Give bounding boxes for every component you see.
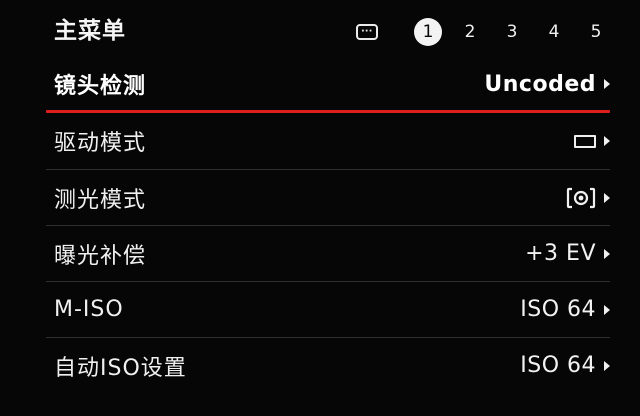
more-pages-icon[interactable]: ··· <box>356 24 378 40</box>
chevron-right-icon <box>604 192 610 203</box>
tab-3[interactable]: 3 <box>498 18 526 46</box>
tab-2[interactable]: 2 <box>456 18 484 46</box>
menu-item-auto-iso-settings[interactable]: 自动ISO设置 ISO 64 <box>46 337 610 393</box>
menu-item-label: 镜头检测 <box>54 74 147 99</box>
menu-item-label: 自动ISO设置 <box>54 355 187 381</box>
chevron-right-icon <box>604 304 610 315</box>
menu-item-m-iso[interactable]: M-ISO ISO 64 <box>46 281 610 337</box>
menu-item-value: Uncoded <box>484 71 596 97</box>
menu-item-value: ISO 64 <box>520 297 596 322</box>
menu-item-label: 曝光补偿 <box>54 243 147 269</box>
menu-item-label: 驱动模式 <box>54 131 147 156</box>
menu-item-label: M-ISO <box>54 297 124 322</box>
menu-item-value: +3 EV <box>525 241 596 266</box>
menu-title: 主菜单 <box>54 18 126 44</box>
menu-item-value: ISO 64 <box>520 353 596 378</box>
chevron-right-icon <box>604 360 610 371</box>
menu-header: 主菜单 ··· 1 2 3 4 5 <box>0 0 640 60</box>
tab-5[interactable]: 5 <box>582 18 610 46</box>
tab-4[interactable]: 4 <box>540 18 568 46</box>
chevron-right-icon <box>604 248 610 259</box>
menu-item-exposure-compensation[interactable]: 曝光补偿 +3 EV <box>46 225 610 281</box>
menu-screen: 主菜单 ··· 1 2 3 4 5 镜头检测 Uncoded 驱动模式 测光模式 <box>0 0 640 416</box>
menu-item-label: 测光模式 <box>54 187 147 213</box>
chevron-right-icon <box>604 79 610 89</box>
tab-1[interactable]: 1 <box>414 18 442 46</box>
chevron-right-icon <box>604 136 610 146</box>
multi-field-metering-icon <box>566 187 596 208</box>
single-frame-rect-icon <box>574 134 596 148</box>
menu-item-lens-detection[interactable]: 镜头检测 Uncoded <box>46 56 610 112</box>
menu-item-drive-mode[interactable]: 驱动模式 <box>46 113 610 169</box>
page-tabs: ··· 1 2 3 4 5 <box>356 18 610 46</box>
menu-item-metering-mode[interactable]: 测光模式 <box>46 169 610 225</box>
